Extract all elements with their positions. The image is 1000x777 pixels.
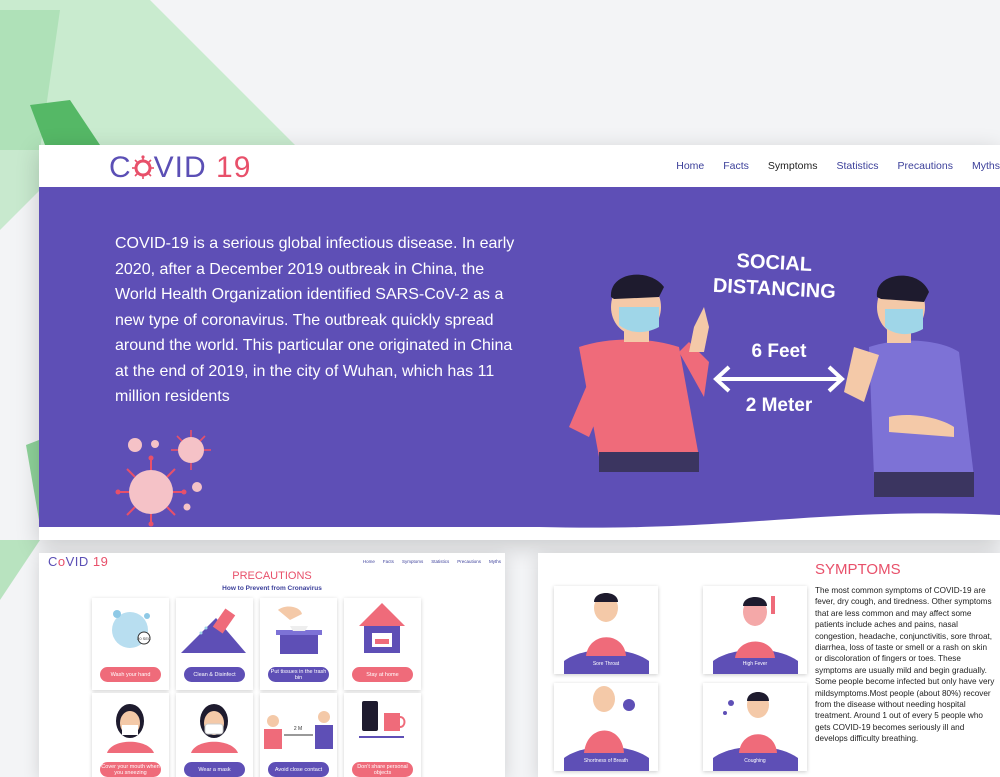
precaution-card-wash-hands[interactable]: 20 SEC Wash your hand <box>92 598 169 690</box>
sneeze-icon <box>107 704 154 753</box>
nav-precautions[interactable]: Precautions <box>457 559 481 564</box>
person-left-illustration <box>569 274 709 472</box>
symptoms-title: SYMPTOMS <box>815 561 901 578</box>
precautions-window: CoVID 19 Home Facts Symptoms Statistics … <box>39 553 505 777</box>
high-fever-label: High Fever <box>742 661 768 667</box>
precautions-nav: Home Facts Symptoms Statistics Precautio… <box>363 559 501 564</box>
shortness-breath-label: Shortness of Breath <box>583 758 629 764</box>
logo-text-vid: VID <box>65 554 89 569</box>
mask-label: Wear a mask <box>184 762 245 777</box>
nav-myths[interactable]: Myths <box>972 160 1000 172</box>
logo-number: 19 <box>92 554 109 569</box>
double-arrow-icon <box>713 365 845 393</box>
cover-mouth-label: Cover your mouth when you sneezing <box>100 762 161 777</box>
precaution-card-clean[interactable]: Clean & Disinfect <box>176 598 253 690</box>
navbar: C VID 19 Home Facts Symptoms Statistics P… <box>39 145 1000 187</box>
nav-home[interactable]: Home <box>363 559 375 564</box>
precaution-card-mask[interactable]: Wear a mask <box>176 693 253 777</box>
main-window: C VID 19 Home Facts Symptoms Statistics P… <box>39 145 1000 540</box>
hand-wash-icon: 20 SEC <box>112 610 151 648</box>
nav-myths[interactable]: Myths <box>489 559 501 564</box>
virus-o-icon <box>131 155 154 179</box>
nav-symptoms[interactable]: Symptoms <box>768 160 818 172</box>
hero-description: COVID-19 is a serious global infectious … <box>115 235 515 405</box>
virus-cluster-icon <box>115 430 211 527</box>
symptom-card-shortness-breath[interactable]: Shortness of Breath <box>554 683 658 771</box>
mask-icon <box>191 704 238 753</box>
house-icon <box>359 603 405 653</box>
nav-home[interactable]: Home <box>676 160 704 172</box>
meter-text: 2 Meter <box>746 395 813 416</box>
hero-section: SOCIAL DISTANCING 6 Feet 2 Meter COVID-1… <box>39 187 1000 540</box>
logo-letter-c: C <box>109 151 132 184</box>
nav-statistics[interactable]: Statistics <box>431 559 449 564</box>
person-right-illustration <box>844 275 974 497</box>
social-text: SOCIAL <box>736 250 813 276</box>
precautions-logo[interactable]: CoVID 19 <box>48 554 108 569</box>
svg-text:20 SEC: 20 SEC <box>137 636 151 641</box>
precautions-subtitle: How to Prevent from Cronavirus <box>222 585 322 592</box>
precaution-card-personal-objects[interactable]: Don't share personal objects <box>344 693 421 777</box>
logo-letter-c: C <box>48 554 58 569</box>
stay-home-label: Stay at home <box>352 667 413 682</box>
personal-objects-label: Don't share personal objects <box>352 762 413 777</box>
symptom-card-high-fever[interactable]: High Fever <box>703 586 807 674</box>
precaution-card-distance[interactable]: 2 M Avoid close contact <box>260 693 337 777</box>
nav-statistics[interactable]: Statistics <box>837 160 879 172</box>
nav-precautions[interactable]: Precautions <box>898 160 953 172</box>
hero-wave <box>39 513 1000 540</box>
feet-text: 6 Feet <box>752 341 808 362</box>
nav-links: Home Facts Symptoms Statistics Precautio… <box>676 160 1000 172</box>
clean-label: Clean & Disinfect <box>184 667 245 682</box>
nav-symptoms[interactable]: Symptoms <box>402 559 423 564</box>
precaution-card-cover-mouth[interactable]: Cover your mouth when you sneezing <box>92 693 169 777</box>
precaution-card-stay-home[interactable]: Stay at home <box>344 598 421 690</box>
logo-number: 19 <box>216 151 252 184</box>
symptoms-description: The most common symptoms of COVID-19 are… <box>815 586 995 744</box>
symptom-card-sore-throat[interactable]: Sore Throat <box>554 586 658 674</box>
precautions-title: PRECAUTIONS <box>232 570 312 582</box>
wash-hands-label: Wash your hand <box>100 667 161 682</box>
nav-facts[interactable]: Facts <box>723 160 749 172</box>
precaution-card-tissues[interactable]: Put tissues in the trash bin <box>260 598 337 690</box>
symptoms-window: SYMPTOMS The most common symptoms of COV… <box>538 553 1000 777</box>
nav-facts[interactable]: Facts <box>383 559 394 564</box>
virus-o-icon: o <box>57 554 66 569</box>
tissues-label: Put tissues in the trash bin <box>268 667 329 682</box>
distancing-text: DISTANCING <box>712 275 836 303</box>
logo-text-vid: VID <box>153 151 207 184</box>
trash-bin-icon <box>276 606 322 654</box>
distance-label: Avoid close contact <box>268 762 329 777</box>
spray-bottle-icon <box>181 608 246 653</box>
distance-icon: 2 M <box>264 711 333 749</box>
symptom-card-coughing[interactable]: Coughing <box>703 683 807 771</box>
site-logo[interactable]: C VID 19 <box>109 151 251 185</box>
phone-cup-icon <box>359 701 406 738</box>
coughing-label: Coughing <box>744 758 766 764</box>
sore-throat-label: Sore Throat <box>592 661 620 667</box>
svg-text:2 M: 2 M <box>294 726 302 732</box>
